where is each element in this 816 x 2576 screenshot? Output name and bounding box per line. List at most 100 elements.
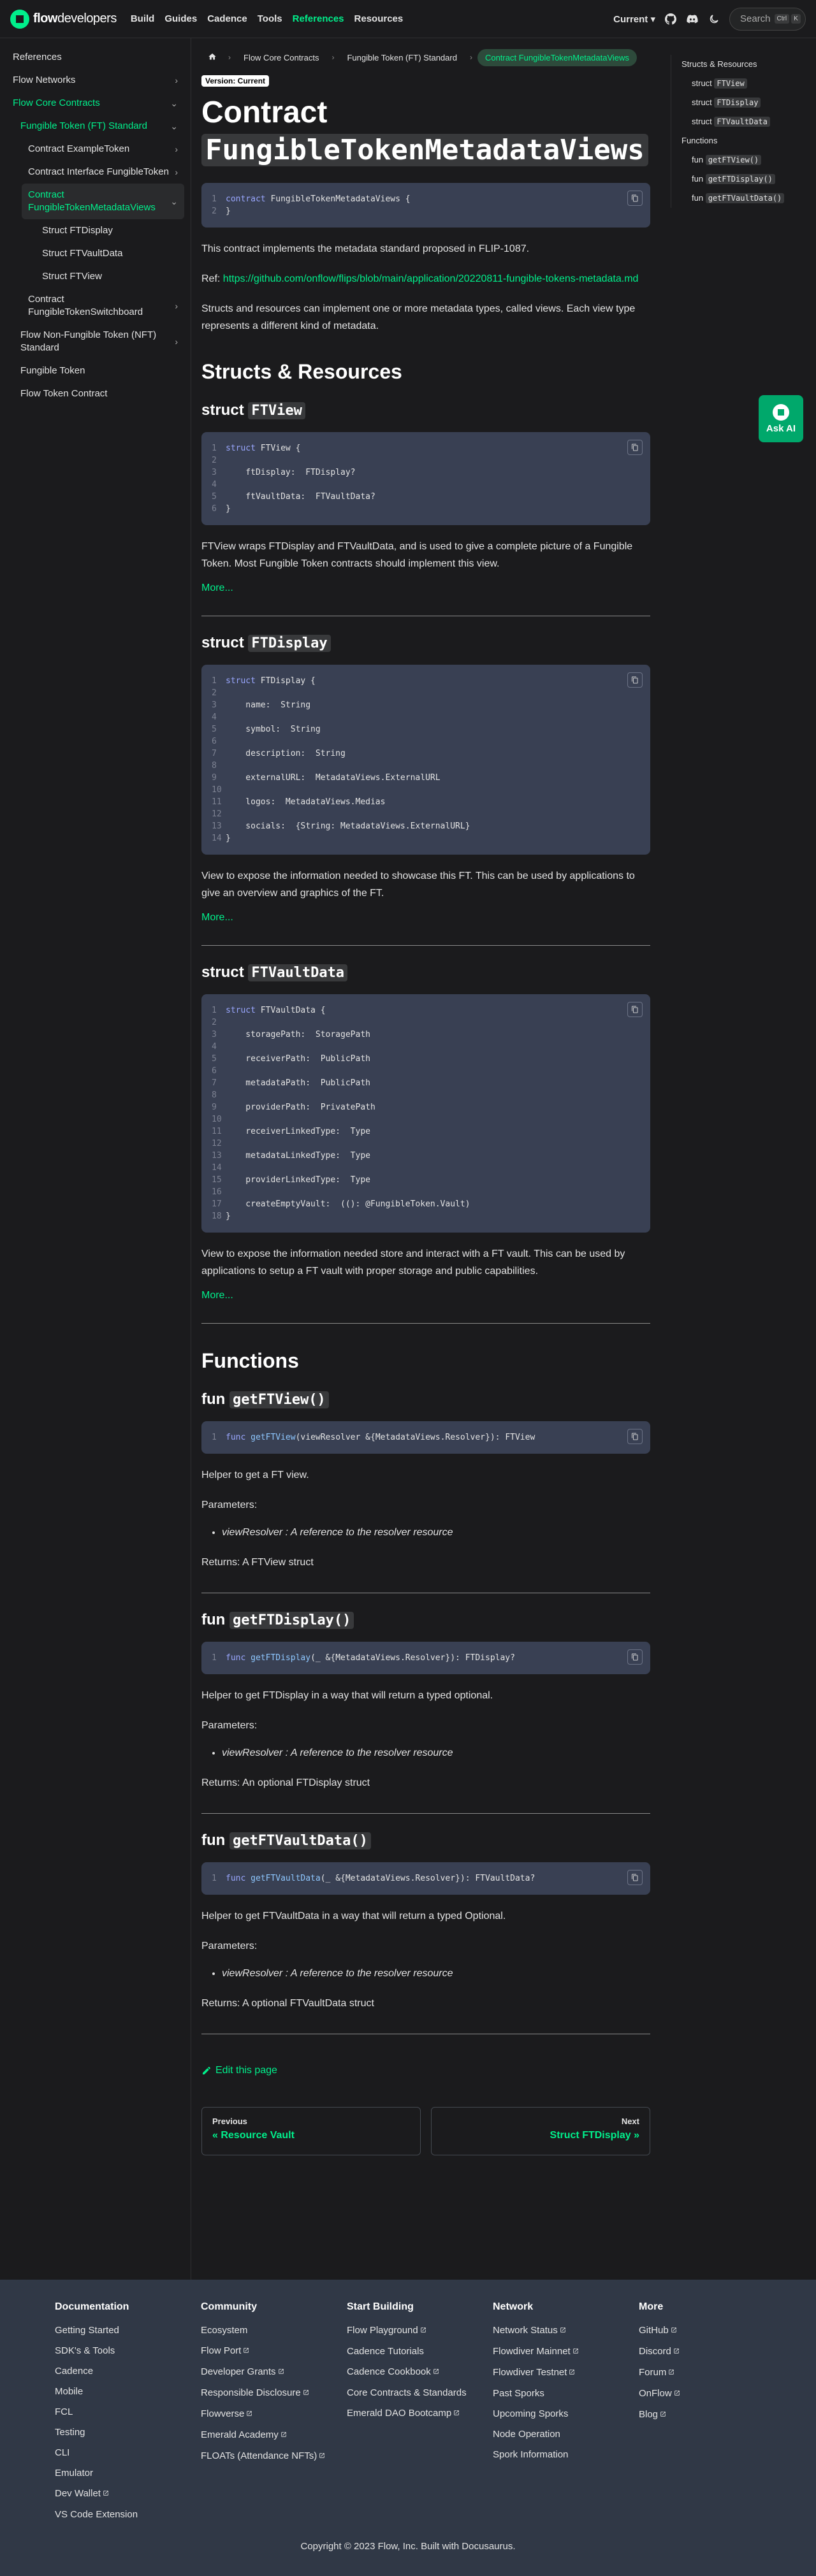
discord-icon[interactable] bbox=[686, 13, 699, 25]
footer-link[interactable]: Cadence Tutorials bbox=[347, 2341, 493, 2362]
footer-link[interactable]: Core Contracts & Standards bbox=[347, 2383, 493, 2403]
copy-icon[interactable] bbox=[627, 440, 643, 455]
toc-link[interactable]: struct FTVaultData bbox=[681, 112, 811, 131]
footer-link[interactable]: Forum bbox=[639, 2363, 785, 2384]
footer-link[interactable]: Node Operation bbox=[493, 2424, 639, 2445]
copy-icon[interactable] bbox=[627, 191, 643, 206]
nav-link-tools[interactable]: Tools bbox=[258, 13, 282, 24]
next-page-link[interactable]: Next Struct FTDisplay » bbox=[431, 2107, 650, 2155]
toc-link[interactable]: fun getFTVaultData() bbox=[681, 189, 811, 208]
footer-link[interactable]: OnFlow bbox=[639, 2384, 785, 2405]
code-line: 8 bbox=[212, 1089, 640, 1101]
copy-icon[interactable] bbox=[627, 1429, 643, 1444]
toc-link[interactable]: Functions bbox=[681, 131, 811, 150]
nav-link-cadence[interactable]: Cadence bbox=[207, 13, 247, 24]
footer-link[interactable]: Flow Playground bbox=[347, 2320, 493, 2341]
ref-link[interactable]: https://github.com/onflow/flips/blob/mai… bbox=[223, 273, 639, 284]
footer-link[interactable]: Responsible Disclosure bbox=[201, 2383, 347, 2404]
sidebar-item[interactable]: Fungible Token (FT) Standard ⌄ bbox=[14, 115, 184, 138]
chevron-down-icon[interactable]: ⌄ bbox=[170, 195, 178, 208]
github-icon[interactable] bbox=[664, 13, 677, 25]
chevron-right-icon[interactable]: › bbox=[175, 335, 178, 348]
toc-link[interactable]: Structs & Resources bbox=[681, 55, 811, 74]
version-dropdown[interactable]: Current ▾ bbox=[613, 13, 655, 25]
footer-link[interactable]: Mobile bbox=[55, 2382, 201, 2402]
toc-link[interactable]: fun getFTView() bbox=[681, 150, 811, 170]
copy-icon[interactable] bbox=[627, 672, 643, 688]
footer-link[interactable]: Cadence Cookbook bbox=[347, 2362, 493, 2383]
sidebar-item[interactable]: Contract Interface FungibleToken › bbox=[22, 161, 184, 184]
footer-link[interactable]: Dev Wallet bbox=[55, 2484, 201, 2505]
footer-link[interactable]: Emerald Academy bbox=[201, 2425, 347, 2446]
footer-link[interactable]: SDK's & Tools bbox=[55, 2341, 201, 2361]
footer-column: Community Ecosystem Flow Port Developer Gra… bbox=[201, 2301, 347, 2525]
moon-icon[interactable] bbox=[708, 13, 720, 25]
ask-ai-button[interactable]: Ask AI bbox=[759, 395, 803, 442]
more-link[interactable]: More... bbox=[201, 1290, 650, 1301]
chevron-right-icon[interactable]: › bbox=[175, 74, 178, 87]
nav-link-resources[interactable]: Resources bbox=[354, 13, 404, 24]
sidebar-item[interactable]: Fungible Token bbox=[14, 359, 184, 382]
copy-icon[interactable] bbox=[627, 1649, 643, 1665]
copy-icon[interactable] bbox=[627, 1002, 643, 1017]
footer-link[interactable]: Flowverse bbox=[201, 2404, 347, 2425]
chevron-right-icon[interactable]: › bbox=[175, 143, 178, 156]
nav-link-guides[interactable]: Guides bbox=[164, 13, 197, 24]
nav-link-build[interactable]: Build bbox=[131, 13, 155, 24]
footer-link[interactable]: Testing bbox=[55, 2422, 201, 2443]
footer-link[interactable]: Spork Information bbox=[493, 2445, 639, 2465]
breadcrumb-item[interactable]: Flow Core Contracts bbox=[236, 49, 326, 66]
footer-link[interactable]: Upcoming Sporks bbox=[493, 2404, 639, 2424]
footer-link[interactable]: Getting Started bbox=[55, 2320, 201, 2341]
sidebar-item[interactable]: Struct FTDisplay bbox=[36, 219, 184, 242]
footer-link[interactable]: Cadence bbox=[55, 2361, 201, 2382]
footer-link[interactable]: Emulator bbox=[55, 2463, 201, 2484]
toc-link[interactable]: struct FTDisplay bbox=[681, 93, 811, 112]
footer-link[interactable]: Discord bbox=[639, 2341, 785, 2363]
footer-link[interactable]: FLOATs (Attendance NFTs) bbox=[201, 2446, 347, 2467]
sidebar-item[interactable]: Struct FTVaultData bbox=[36, 242, 184, 265]
footer-link[interactable]: VS Code Extension bbox=[55, 2505, 201, 2525]
footer-link[interactable]: Network Status bbox=[493, 2320, 639, 2341]
sidebar-item[interactable]: Flow Non-Fungible Token (NFT) Standard › bbox=[14, 324, 184, 359]
chevron-right-icon[interactable]: › bbox=[175, 166, 178, 178]
sidebar-item[interactable]: Contract FungibleTokenSwitchboard › bbox=[22, 288, 184, 324]
parameter-item: viewResolver : A reference to the resolv… bbox=[222, 1524, 650, 1541]
sidebar-item[interactable]: Flow Token Contract bbox=[14, 382, 184, 405]
toc-link[interactable]: fun getFTDisplay() bbox=[681, 170, 811, 189]
footer-link[interactable]: Flowdiver Mainnet bbox=[493, 2341, 639, 2363]
sidebar-item[interactable]: Contract ExampleToken › bbox=[22, 138, 184, 161]
footer-link[interactable]: Past Sporks bbox=[493, 2384, 639, 2404]
sidebar-item[interactable]: Struct FTView bbox=[36, 265, 184, 288]
footer-link[interactable]: Emerald DAO Bootcamp bbox=[347, 2403, 493, 2424]
footer-link[interactable]: CLI bbox=[55, 2443, 201, 2463]
footer-link[interactable]: GitHub bbox=[639, 2320, 785, 2341]
nav-link-references[interactable]: References bbox=[293, 13, 344, 24]
breadcrumb-home[interactable] bbox=[201, 48, 223, 67]
sidebar-item[interactable]: Flow Core Contracts ⌄ bbox=[6, 92, 184, 115]
footer-link[interactable]: Flow Port bbox=[201, 2341, 347, 2362]
more-link[interactable]: More... bbox=[201, 912, 650, 923]
footer-link[interactable]: Ecosystem bbox=[201, 2320, 347, 2341]
chevron-right-icon[interactable]: › bbox=[175, 300, 178, 312]
footer-link-label: SDK's & Tools bbox=[55, 2345, 115, 2356]
footer-link[interactable]: FCL bbox=[55, 2402, 201, 2422]
chevron-down-icon[interactable]: ⌄ bbox=[170, 97, 178, 110]
brand-logo-link[interactable]: flowdevelopers bbox=[10, 9, 117, 29]
external-link-icon bbox=[280, 2432, 287, 2440]
toc-link[interactable]: struct FTView bbox=[681, 74, 811, 93]
copy-icon[interactable] bbox=[627, 1870, 643, 1885]
footer-link[interactable]: Flowdiver Testnet bbox=[493, 2363, 639, 2384]
search-button[interactable]: Search Ctrl K bbox=[729, 7, 806, 31]
edit-page-link[interactable]: Edit this page bbox=[201, 2065, 650, 2076]
previous-page-link[interactable]: Previous « Resource Vault bbox=[201, 2107, 421, 2155]
chevron-down-icon[interactable]: ⌄ bbox=[170, 120, 178, 133]
sidebar-item[interactable]: Contract FungibleTokenMetadataViews ⌄ bbox=[22, 184, 184, 219]
footer-link-label: CLI bbox=[55, 2447, 70, 2458]
footer-link[interactable]: Blog bbox=[639, 2405, 785, 2426]
footer-link[interactable]: Developer Grants bbox=[201, 2362, 347, 2383]
sidebar-heading[interactable]: References bbox=[6, 46, 184, 69]
breadcrumb-item[interactable]: Fungible Token (FT) Standard bbox=[339, 49, 464, 66]
more-link[interactable]: More... bbox=[201, 582, 650, 594]
sidebar-item[interactable]: Flow Networks › bbox=[6, 69, 184, 92]
